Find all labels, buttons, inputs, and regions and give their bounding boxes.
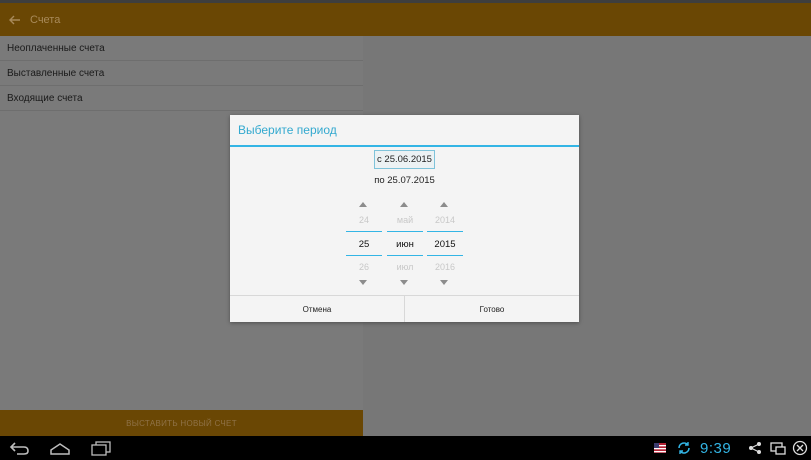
month-decrement-icon[interactable] xyxy=(400,280,408,285)
month-prev[interactable]: май xyxy=(387,215,423,225)
month-next[interactable]: июл xyxy=(387,262,423,272)
year-selection-line-top xyxy=(427,231,463,232)
period-dialog: Выберите период с 25.06.2015 по 25.07.20… xyxy=(230,115,579,322)
year-value[interactable]: 2015 xyxy=(427,234,463,255)
range-from-row: с 25.06.2015 xyxy=(230,150,579,169)
range-to-field[interactable]: по 25.07.2015 xyxy=(230,175,579,186)
year-prev[interactable]: 2014 xyxy=(427,215,463,225)
clock: 9:39 xyxy=(700,439,732,457)
home-icon[interactable] xyxy=(48,440,72,456)
day-value[interactable]: 25 xyxy=(346,234,382,255)
dialog-button-bar: Отмена Готово xyxy=(230,295,579,322)
sidebar-item-unpaid[interactable]: Неоплаченные счета xyxy=(0,36,363,61)
month-increment-icon[interactable] xyxy=(400,202,408,207)
back-icon[interactable] xyxy=(8,440,32,456)
day-prev[interactable]: 24 xyxy=(346,215,382,225)
action-bar: Счета xyxy=(0,3,811,36)
day-increment-icon[interactable] xyxy=(359,202,367,207)
flag-icon xyxy=(654,440,666,456)
day-selection-line-bottom xyxy=(346,255,382,256)
share-icon xyxy=(748,440,762,456)
screen-icon xyxy=(770,440,786,456)
year-next[interactable]: 2016 xyxy=(427,262,463,272)
sidebar-item-incoming[interactable]: Входящие счета xyxy=(0,86,363,111)
year-decrement-icon[interactable] xyxy=(440,280,448,285)
dialog-title: Выберите период xyxy=(230,115,579,147)
month-value[interactable]: июн xyxy=(387,234,423,255)
recent-apps-icon[interactable] xyxy=(90,440,112,456)
sync-icon xyxy=(676,440,692,456)
close-icon[interactable] xyxy=(792,440,808,456)
sidebar-item-issued[interactable]: Выставленные счета xyxy=(0,61,363,86)
month-selection-line-top xyxy=(387,231,423,232)
month-selection-line-bottom xyxy=(387,255,423,256)
done-button[interactable]: Готово xyxy=(404,296,579,322)
range-from-field[interactable]: с 25.06.2015 xyxy=(374,150,435,169)
arrow-left-icon[interactable] xyxy=(2,3,28,36)
day-next[interactable]: 26 xyxy=(346,262,382,272)
day-selection-line-top xyxy=(346,231,382,232)
action-bar-title: Счета xyxy=(30,13,61,26)
day-decrement-icon[interactable] xyxy=(359,280,367,285)
system-bar: 9:39 xyxy=(0,436,811,460)
year-selection-line-bottom xyxy=(427,255,463,256)
cancel-button[interactable]: Отмена xyxy=(230,296,404,322)
year-increment-icon[interactable] xyxy=(440,202,448,207)
new-invoice-button[interactable]: ВЫСТАВИТЬ НОВЫЙ СЧЕТ xyxy=(0,410,363,436)
